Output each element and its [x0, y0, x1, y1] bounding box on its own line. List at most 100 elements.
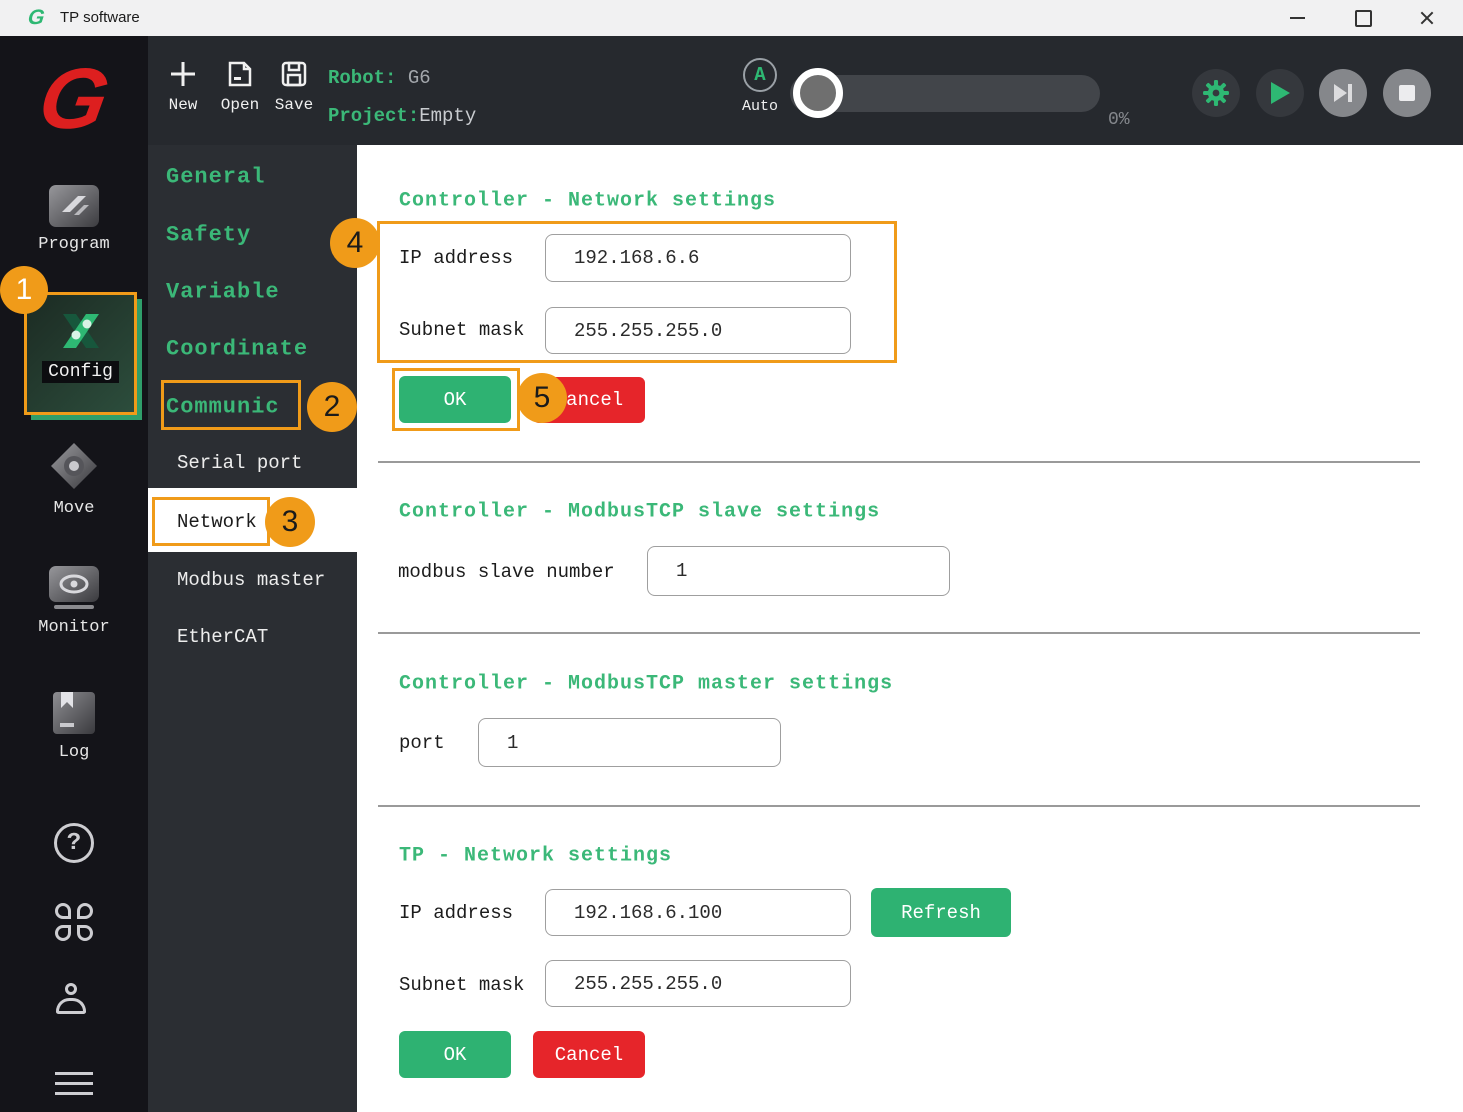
move-icon [48, 440, 100, 492]
menu-item-safety[interactable]: Safety [166, 223, 251, 248]
menu-item-ethercat[interactable]: EtherCAT [177, 626, 268, 648]
menu-item-variable[interactable]: Variable [166, 280, 280, 305]
help-button[interactable]: ? [0, 823, 148, 863]
menu-item-network-label: Network [177, 511, 257, 533]
sidebar-item-label: Config [42, 361, 119, 383]
section-title-tp-network: TP - Network settings [399, 845, 672, 868]
robot-value: G6 [408, 67, 431, 89]
modbus-master-port-input[interactable] [478, 718, 781, 767]
tp-ip-address-input[interactable] [545, 889, 851, 936]
save-label: Save [269, 96, 319, 114]
menu-button[interactable] [0, 1065, 148, 1102]
tp-network-cancel-button[interactable]: Cancel [533, 1031, 645, 1078]
sidebar-item-label: Move [0, 499, 148, 518]
close-icon [1420, 11, 1434, 25]
auto-mode-label: Auto [730, 98, 790, 115]
user-icon [54, 983, 94, 1023]
new-icon [169, 60, 197, 88]
program-icon [48, 184, 100, 228]
controller-ip-address-input[interactable] [545, 234, 851, 282]
play-icon [1269, 81, 1291, 105]
titlebar: G TP software [0, 0, 1463, 37]
log-icon [51, 690, 97, 736]
network-settings-page: Controller - Network settings IP address… [357, 145, 1463, 1112]
project-label: Project: [328, 105, 419, 127]
open-button[interactable]: Open [215, 60, 265, 114]
auto-mode-button[interactable]: A Auto [730, 58, 790, 115]
project-value: Empty [419, 105, 476, 127]
menu-item-coordinate[interactable]: Coordinate [166, 337, 308, 362]
run-button[interactable] [1256, 69, 1304, 117]
controller-network-cancel-button[interactable]: Cancel [533, 377, 645, 423]
sidebar-item-program[interactable]: Program [0, 184, 148, 254]
section-divider [378, 805, 1420, 807]
section-title-controller-network: Controller - Network settings [399, 190, 776, 213]
stop-button[interactable] [1383, 69, 1431, 117]
controller-network-ok-button[interactable]: OK [399, 376, 511, 423]
help-icon: ? [54, 823, 94, 863]
robot-info: Robot: G6 [328, 67, 431, 89]
app-logo-icon: G [26, 6, 46, 30]
open-label: Open [215, 96, 265, 114]
tp-subnet-mask-label: Subnet mask [399, 974, 524, 996]
gear-icon [1201, 78, 1231, 108]
menu-item-communic[interactable]: Communic [166, 395, 280, 420]
step-button[interactable] [1319, 69, 1367, 117]
new-label: New [158, 96, 208, 114]
modbus-slave-number-input[interactable] [647, 546, 950, 596]
menu-item-modbus-master[interactable]: Modbus master [177, 569, 325, 591]
hamburger-icon [55, 1065, 93, 1102]
menu-item-serial-port[interactable]: Serial port [177, 452, 302, 474]
speed-slider-handle[interactable] [793, 68, 843, 118]
minimize-button[interactable] [1274, 0, 1320, 36]
speed-percent: 0% [1108, 110, 1130, 130]
auto-mode-icon: A [743, 58, 777, 92]
monitor-icon [48, 565, 100, 611]
new-button[interactable]: New [158, 60, 208, 114]
subnet-mask-label: Subnet mask [399, 319, 524, 341]
sidebar-item-label: Log [0, 743, 148, 762]
settings-button[interactable] [1192, 69, 1240, 117]
refresh-button[interactable]: Refresh [871, 888, 1011, 937]
maximize-icon [1355, 10, 1372, 27]
user-button[interactable] [0, 983, 148, 1023]
tp-subnet-mask-input[interactable] [545, 960, 851, 1007]
config-menu-panel: General Safety Variable Coordinate Commu… [148, 145, 357, 1112]
open-icon [226, 60, 254, 88]
menu-item-network[interactable]: Network [148, 488, 357, 552]
section-divider [378, 632, 1420, 634]
maximize-button[interactable] [1340, 0, 1386, 36]
minimize-icon [1290, 17, 1305, 19]
apps-icon [55, 903, 93, 941]
save-button[interactable]: Save [269, 60, 319, 114]
sidebar-item-label: Monitor [0, 618, 148, 637]
apps-button[interactable] [0, 903, 148, 941]
close-button[interactable] [1404, 0, 1450, 36]
port-label: port [399, 732, 445, 754]
window-title: TP software [60, 9, 140, 26]
controller-subnet-mask-input[interactable] [545, 307, 851, 354]
save-icon [280, 60, 308, 88]
sidebar-item-config[interactable]: Config [24, 292, 137, 415]
brand-logo-icon: G [0, 50, 157, 149]
sidebar: G Program Config [0, 36, 148, 1112]
step-forward-icon [1332, 82, 1354, 104]
project-info: Project:Empty [328, 105, 476, 127]
config-icon [57, 307, 105, 355]
robot-label: Robot: [328, 67, 396, 89]
app-window: G TP software G Program [0, 0, 1463, 1112]
stop-icon [1397, 83, 1417, 103]
sidebar-item-log[interactable]: Log [0, 690, 148, 762]
section-title-modbus-slave: Controller - ModbusTCP slave settings [399, 501, 880, 524]
section-divider [378, 461, 1420, 463]
tp-network-ok-button[interactable]: OK [399, 1031, 511, 1078]
modbus-slave-number-label: modbus slave number [398, 561, 615, 583]
section-title-modbus-master: Controller - ModbusTCP master settings [399, 673, 893, 696]
tp-ip-address-label: IP address [399, 902, 513, 924]
ip-address-label: IP address [399, 247, 513, 269]
sidebar-item-label: Program [0, 235, 148, 254]
sidebar-item-monitor[interactable]: Monitor [0, 565, 148, 637]
sidebar-item-move[interactable]: Move [0, 440, 148, 518]
toolbar: New Open Save Robot: G6 Project:Empty [148, 36, 1463, 145]
menu-item-general[interactable]: General [166, 165, 265, 190]
